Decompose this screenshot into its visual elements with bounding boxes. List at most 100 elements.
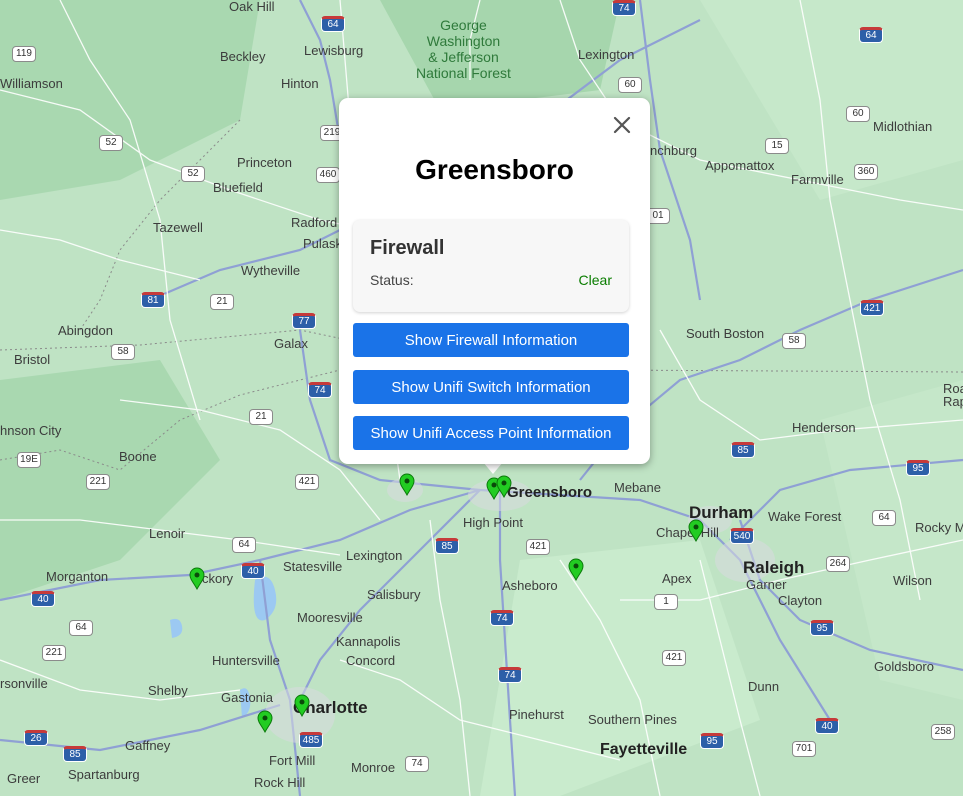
location-marker-icon[interactable]: [494, 474, 514, 498]
place-label: Gastonia: [221, 690, 274, 705]
close-icon[interactable]: [609, 112, 635, 138]
route-shield: 64: [232, 537, 256, 553]
location-marker-icon[interactable]: [292, 693, 312, 717]
route-shield: 460: [316, 167, 340, 183]
place-label: Rap: [943, 394, 963, 409]
route-shield: 221: [86, 474, 110, 490]
place-label: nchburg: [650, 143, 697, 158]
place-label: Radford: [291, 215, 338, 230]
place-label: Lenoir: [149, 526, 186, 541]
route-shield: 540: [730, 528, 754, 544]
route-shield: 85: [435, 538, 459, 554]
place-label: Oak Hill: [229, 0, 275, 14]
place-label: Shelby: [148, 683, 188, 698]
place-label: Asheboro: [502, 578, 558, 593]
place-label: Bluefield: [213, 180, 263, 195]
place-label: Williamson: [0, 76, 63, 91]
route-shield: 40: [31, 591, 55, 607]
place-label: Monroe: [351, 760, 396, 775]
place-label: Wake Forest: [768, 509, 842, 524]
place-label: Greer: [7, 771, 41, 786]
place-label: hnson City: [0, 423, 62, 438]
place-label: Concord: [346, 653, 396, 668]
route-shield: 40: [815, 718, 839, 734]
place-label: Spartanburg: [68, 767, 140, 782]
route-shield: 221: [42, 645, 66, 661]
place-label: Huntersville: [212, 653, 280, 668]
place-label: Bristol: [14, 352, 51, 367]
place-label: Appomattox: [705, 158, 775, 173]
place-label: Gaffney: [125, 738, 171, 753]
place-label: Salisbury: [367, 587, 421, 602]
place-label: Goldsboro: [874, 659, 934, 674]
route-shield: 95: [810, 620, 834, 636]
route-shield: 85: [63, 746, 87, 762]
location-marker-icon[interactable]: [187, 566, 207, 590]
place-label: Statesville: [283, 559, 343, 574]
location-marker-icon[interactable]: [566, 557, 586, 581]
show-access-point-info-button[interactable]: Show Unifi Access Point Information: [353, 416, 629, 450]
route-shield: 60: [618, 77, 642, 93]
route-shield: 21: [210, 294, 234, 310]
route-shield: 58: [111, 344, 135, 360]
place-label: South Boston: [686, 326, 765, 341]
route-shield: 64: [859, 27, 883, 43]
place-label: Beckley: [220, 49, 266, 64]
place-label: Mooresville: [297, 610, 363, 625]
place-label: Midlothian: [873, 119, 933, 134]
place-label: Lewisburg: [304, 43, 364, 58]
info-popup: Greensboro Firewall Status: Clear Show F…: [339, 98, 650, 464]
show-firewall-info-button[interactable]: Show Firewall Information: [353, 323, 629, 357]
popup-title: Greensboro: [415, 154, 574, 185]
route-shield: 85: [731, 442, 755, 458]
place-label: Pinehurst: [509, 707, 564, 722]
show-switch-info-button[interactable]: Show Unifi Switch Information: [353, 370, 629, 404]
route-shield: 701: [792, 741, 816, 757]
route-shield: 74: [490, 610, 514, 626]
route-shield: 421: [662, 650, 686, 666]
route-shield: 74: [498, 667, 522, 683]
place-label: Fayetteville: [600, 741, 688, 758]
route-shield: 77: [292, 313, 316, 329]
place-label-greensboro: Greensboro: [507, 484, 593, 501]
place-label: Henderson: [792, 420, 856, 435]
route-shield: 421: [526, 539, 550, 555]
place-label: Farmville: [791, 172, 844, 187]
place-label: rsonville: [0, 676, 48, 691]
route-shield: 64: [321, 16, 345, 32]
place-label: Lexington: [578, 47, 635, 62]
route-shield: 74: [308, 382, 332, 398]
route-shield: 421: [295, 474, 319, 490]
national-forest-label: George Washington & Jefferson National F…: [416, 17, 511, 81]
location-marker-icon[interactable]: [686, 518, 706, 542]
status-value: Clear: [578, 272, 612, 288]
location-marker-icon[interactable]: [255, 709, 275, 733]
route-shield: 81: [141, 292, 165, 308]
place-label: Princeton: [237, 155, 292, 170]
place-label: Rocky M: [915, 520, 963, 535]
route-shield: 58: [782, 333, 806, 349]
route-shield: 421: [860, 300, 884, 316]
route-shield: 19E: [17, 452, 41, 468]
place-label: Tazewell: [153, 220, 203, 235]
route-shield: 52: [181, 166, 205, 182]
place-label: Wytheville: [241, 263, 301, 278]
route-shield: 64: [69, 620, 93, 636]
route-shield: 74: [405, 756, 429, 772]
route-shield: 119: [12, 46, 36, 62]
place-label: Hinton: [281, 76, 319, 91]
place-label: Morganton: [46, 569, 109, 584]
place-label: Galax: [274, 336, 308, 351]
place-label: Clayton: [778, 593, 823, 608]
device-title: Firewall: [370, 237, 445, 259]
route-shield: 74: [612, 0, 636, 16]
place-label: Mebane: [614, 480, 661, 495]
location-marker-icon[interactable]: [397, 472, 417, 496]
route-shield: 1: [654, 594, 678, 610]
route-shield: 60: [846, 106, 870, 122]
place-label: Rock Hill: [254, 775, 306, 790]
place-label: Raleigh: [743, 558, 805, 577]
place-label: Kannapolis: [336, 634, 401, 649]
place-label: Dunn: [748, 679, 780, 694]
route-shield: 26: [24, 730, 48, 746]
